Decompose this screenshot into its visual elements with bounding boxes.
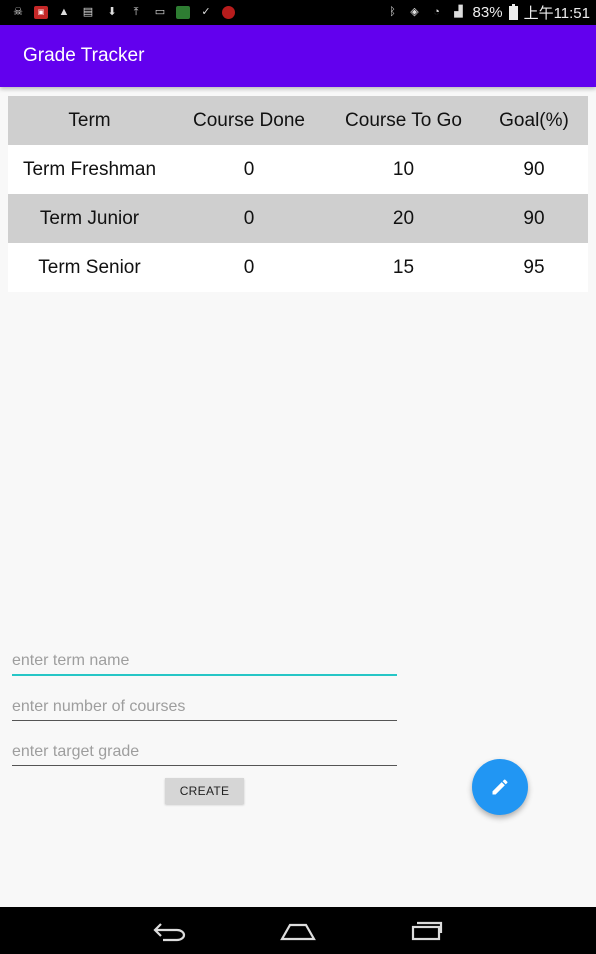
status-bar: ☠ ▣ ▲ ▤ ⬇ ⤒ ▭ ✓ ᛒ ◈ ◔ ▟ 83% 上午11:51 xyxy=(0,0,596,25)
bluetooth-icon: ᛒ xyxy=(389,6,396,18)
image-icon: ▭ xyxy=(154,6,166,18)
cell-goal: 95 xyxy=(523,256,545,278)
home-button[interactable] xyxy=(278,917,318,945)
battery-percent: 83% xyxy=(472,4,503,21)
cell-course-done: 0 xyxy=(243,158,255,180)
notification-icons: ☠ ▣ ▲ ▤ ⬇ ⤒ ▭ ✓ xyxy=(10,6,235,20)
back-button[interactable] xyxy=(150,917,190,945)
signal-icon: ▟ xyxy=(454,6,463,18)
term-name-input[interactable] xyxy=(12,644,397,676)
navigation-bar xyxy=(0,907,596,954)
target-grade-input[interactable] xyxy=(12,734,397,766)
table-row[interactable]: Term Senior 0 15 95 xyxy=(8,243,588,292)
cell-term: Term Senior xyxy=(38,256,141,278)
system-icons: ᛒ ◈ ◔ ▟ 83% 上午11:51 xyxy=(385,2,590,23)
header-goal: Goal(%) xyxy=(499,109,569,131)
battery-icon xyxy=(508,3,518,20)
header-course-to-go: Course To Go xyxy=(345,109,462,131)
table-row[interactable]: Term Freshman 0 10 90 xyxy=(8,145,588,194)
table-header: Term Course Done Course To Go Goal(%) xyxy=(8,96,588,145)
app-title: Grade Tracker xyxy=(23,45,145,66)
cell-goal: 90 xyxy=(523,158,545,180)
header-course-done: Course Done xyxy=(193,109,305,131)
cell-term: Term Freshman xyxy=(22,158,157,180)
notification-icon: ▣ xyxy=(34,6,48,19)
usb-debug-icon: ☠ xyxy=(13,6,23,18)
edit-fab-button[interactable] xyxy=(472,759,528,815)
download-done-icon: ✓ xyxy=(201,6,211,18)
create-button[interactable]: CREATE xyxy=(165,778,244,804)
cell-course-done: 0 xyxy=(243,256,255,278)
app-bar: Grade Tracker xyxy=(0,25,596,87)
app-red-icon xyxy=(222,6,235,19)
cell-goal: 90 xyxy=(523,207,545,229)
clock: 上午11:51 xyxy=(523,5,590,22)
app-icon xyxy=(176,6,190,19)
courses-count-input[interactable] xyxy=(12,689,397,721)
back-icon xyxy=(153,922,186,941)
pencil-icon xyxy=(492,779,508,795)
wifi-icon: ◔ xyxy=(433,6,440,18)
table-row[interactable]: Term Junior 0 20 90 xyxy=(8,194,588,243)
home-icon xyxy=(280,923,316,940)
header-term: Term xyxy=(68,109,111,131)
warning-icon: ▲ xyxy=(58,6,70,18)
recents-button[interactable] xyxy=(406,917,446,945)
cell-course-to-go: 20 xyxy=(392,207,415,229)
cell-course-to-go: 10 xyxy=(392,158,415,180)
recents-icon xyxy=(411,921,443,940)
upload-icon: ⤒ xyxy=(133,6,139,18)
create-term-form xyxy=(12,644,397,779)
wifi-download-icon: ⬇ xyxy=(107,6,117,18)
grade-table: Term Course Done Course To Go Goal(%) Te… xyxy=(8,96,588,292)
message-icon: ▤ xyxy=(82,6,94,18)
rotation-icon: ◈ xyxy=(410,6,419,18)
cell-course-to-go: 15 xyxy=(392,256,415,278)
cell-term: Term Junior xyxy=(39,207,140,229)
cell-course-done: 0 xyxy=(243,207,255,229)
